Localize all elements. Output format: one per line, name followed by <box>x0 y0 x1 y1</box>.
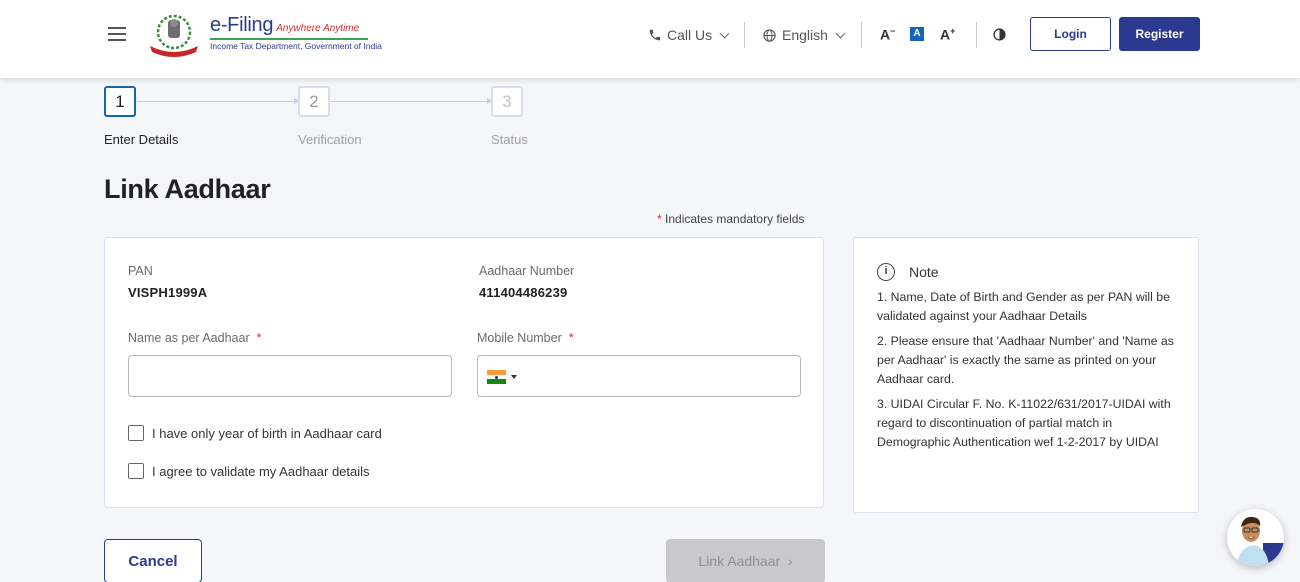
divider <box>744 22 745 48</box>
chatbot-assistant-avatar[interactable] <box>1227 509 1284 566</box>
step-1-label: Enter Details <box>104 132 179 147</box>
agree-validate-checkbox-row[interactable]: I agree to validate my Aadhaar details <box>128 463 370 479</box>
language-dropdown[interactable]: English <box>762 22 846 48</box>
link-aadhaar-button[interactable]: Link Aadhaar › <box>666 539 825 582</box>
pan-value: VISPH1999A <box>128 285 208 300</box>
india-flag-icon[interactable] <box>487 370 506 384</box>
pan-label: PAN <box>128 264 153 278</box>
required-asterisk: * <box>256 331 262 345</box>
name-as-per-aadhaar-label: Name as per Aadhaar * <box>128 331 261 345</box>
aadhaar-number-label: Aadhaar Number <box>479 264 575 278</box>
default-font-button[interactable]: A <box>910 27 924 41</box>
register-button[interactable]: Register <box>1119 17 1200 51</box>
language-label: English <box>782 27 828 43</box>
mandatory-text: Indicates mandatory fields <box>665 212 805 226</box>
decrease-font-button[interactable]: A− <box>880 26 895 43</box>
name-as-per-aadhaar-input[interactable] <box>128 355 452 397</box>
mobile-number-label: Mobile Number * <box>477 331 574 345</box>
note-panel: i Note 1. Name, Date of Birth and Gender… <box>853 237 1199 513</box>
decrease-font-label: A <box>880 26 891 43</box>
note-title: Note <box>909 264 939 280</box>
globe-icon <box>763 28 776 42</box>
step-3-label: Status <box>491 132 528 147</box>
chevron-down-icon <box>719 28 730 38</box>
step-3-indicator: 3 <box>491 86 523 117</box>
step-connector <box>331 98 492 104</box>
year-of-birth-checkbox-label: I have only year of birth in Aadhaar car… <box>152 425 382 441</box>
increase-font-button[interactable]: A+ <box>940 26 955 43</box>
government-emblem-logo[interactable] <box>146 12 202 58</box>
name-label-text: Name as per Aadhaar <box>128 331 250 345</box>
phone-icon <box>649 29 661 41</box>
agree-validate-checkbox-label: I agree to validate my Aadhaar details <box>152 463 370 479</box>
year-of-birth-checkbox[interactable] <box>128 425 144 441</box>
contrast-toggle-icon[interactable] <box>993 28 1006 41</box>
step-1-indicator: 1 <box>104 86 136 117</box>
page-title: Link Aadhaar <box>104 174 271 204</box>
call-us-label: Call Us <box>667 27 713 43</box>
link-aadhaar-label: Link Aadhaar <box>698 553 781 569</box>
country-dropdown-caret-icon[interactable] <box>511 375 517 379</box>
mobile-label-text: Mobile Number <box>477 331 562 345</box>
brand-tagline: Anywhere Anytime <box>276 23 360 34</box>
mobile-number-field[interactable] <box>477 355 801 397</box>
aadhaar-number-value: 411404486239 <box>479 285 568 300</box>
step-connector <box>137 98 299 104</box>
note-item: 1. Name, Date of Birth and Gender as per… <box>877 290 1170 323</box>
chevron-right-icon: › <box>787 553 793 569</box>
assistant-avatar-icon <box>1227 509 1284 566</box>
brand-rule <box>210 38 368 40</box>
agree-validate-checkbox[interactable] <box>128 463 144 479</box>
login-button[interactable]: Login <box>1030 17 1111 51</box>
mandatory-fields-note: * Indicates mandatory fields <box>657 212 804 226</box>
brand-name: e-Filing <box>210 14 274 36</box>
required-asterisk: * <box>568 331 574 345</box>
required-asterisk: * <box>657 212 662 226</box>
efiling-brand[interactable]: e-Filing Anywhere Anytime Income Tax Depa… <box>210 14 382 51</box>
brand-subtitle: Income Tax Department, Government of Ind… <box>210 41 382 51</box>
cancel-button[interactable]: Cancel <box>104 539 202 582</box>
increase-font-label: A <box>940 26 951 43</box>
year-of-birth-checkbox-row[interactable]: I have only year of birth in Aadhaar car… <box>128 425 382 441</box>
note-item: 2. Please ensure that 'Aadhaar Number' a… <box>877 334 1174 386</box>
info-icon: i <box>877 263 895 281</box>
divider <box>861 22 862 48</box>
step-2-label: Verification <box>298 132 362 147</box>
link-aadhaar-form: PAN VISPH1999A Aadhaar Number 4114044862… <box>104 237 824 508</box>
call-us-dropdown[interactable]: Call Us <box>648 22 730 48</box>
divider <box>976 22 977 48</box>
hamburger-menu-icon[interactable] <box>108 27 126 41</box>
chevron-down-icon <box>835 28 846 38</box>
top-header: e-Filing Anywhere Anytime Income Tax Depa… <box>0 0 1300 78</box>
step-2-indicator: 2 <box>298 86 330 117</box>
note-item: 3. UIDAI Circular F. No. K-11022/631/201… <box>877 397 1171 449</box>
